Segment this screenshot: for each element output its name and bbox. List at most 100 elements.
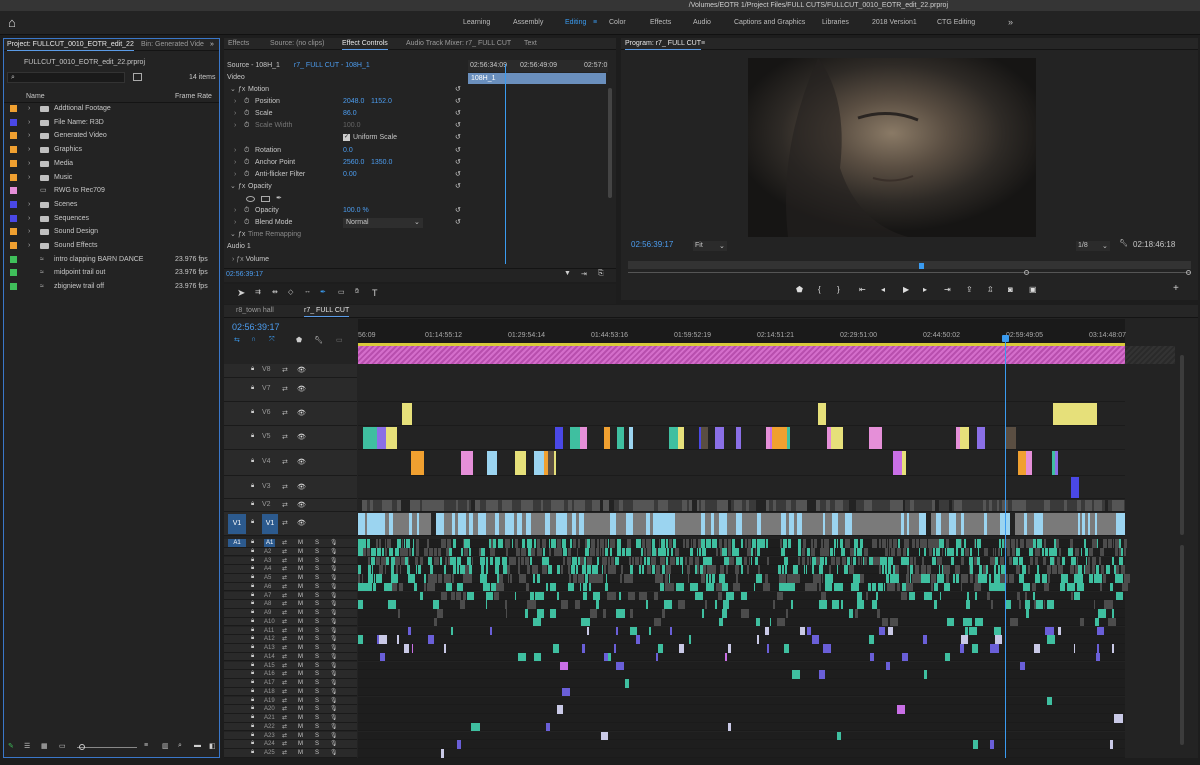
audio-clip[interactable]	[472, 556, 473, 565]
audio-clip[interactable]	[825, 556, 827, 565]
lock-icon[interactable]: 🔒︎	[251, 697, 254, 704]
zoom-handle-right[interactable]	[1186, 270, 1191, 275]
audio-clip[interactable]	[1092, 565, 1095, 574]
lock-icon[interactable]: 🔒︎	[251, 600, 254, 607]
track-name[interactable]: A23	[264, 732, 275, 740]
audio-clip[interactable]	[718, 591, 722, 600]
audio-clip[interactable]	[518, 652, 526, 662]
nest-icon[interactable]: ⇆	[234, 336, 240, 344]
timeline-v-scrollbar[interactable]	[1180, 355, 1184, 535]
list-view-icon[interactable]: ☰	[24, 742, 30, 750]
program-playhead[interactable]	[919, 263, 924, 269]
stopwatch-icon[interactable]: ⏱︎	[244, 205, 249, 217]
pen-tool-icon[interactable]: ✒	[320, 288, 326, 296]
label-color-swatch[interactable]	[10, 242, 17, 249]
audio-clip[interactable]	[861, 556, 862, 565]
step-forward-icon[interactable]: ▸	[923, 285, 927, 294]
eye-icon[interactable]: 👁︎	[297, 501, 306, 509]
audio-clip[interactable]	[685, 556, 687, 565]
audio-clip[interactable]	[819, 600, 827, 609]
audio-clip[interactable]	[516, 547, 520, 557]
audio-clip[interactable]	[600, 539, 604, 548]
mute-button[interactable]: M	[298, 627, 303, 635]
sync-lock-icon[interactable]: ⇄	[282, 519, 288, 527]
mute-button[interactable]: M	[298, 583, 303, 591]
audio-clip[interactable]	[990, 644, 999, 653]
sync-lock-icon[interactable]: ⇄	[282, 483, 288, 491]
video-clip[interactable]	[1053, 403, 1063, 425]
audio-clip[interactable]	[521, 547, 526, 557]
audio-track-header[interactable]: 🔒︎ A15 ⇄ M S 🎙︎	[224, 661, 357, 670]
audio-clip[interactable]	[416, 539, 419, 548]
audio-clip[interactable]	[819, 565, 823, 574]
audio-clip[interactable]	[1029, 547, 1033, 557]
audio-clip[interactable]	[967, 591, 969, 600]
solo-button[interactable]: S	[315, 732, 319, 740]
audio-clip[interactable]	[469, 565, 472, 574]
sync-lock-icon[interactable]: ⇄	[282, 653, 287, 660]
audio-clip[interactable]	[882, 539, 886, 548]
disclosure-triangle-icon[interactable]: ⌄	[230, 84, 236, 96]
audio-clip[interactable]	[546, 582, 548, 592]
solo-button[interactable]: S	[315, 557, 319, 565]
filter-icon[interactable]: ▼	[564, 270, 571, 277]
audio-clip[interactable]	[371, 547, 376, 557]
audio-clip[interactable]	[408, 574, 415, 583]
effect-property-row[interactable]: › ⏱︎ Position 2048.0 1152.0 ↺	[224, 96, 466, 108]
audio-clip[interactable]	[398, 609, 400, 618]
audio-clip[interactable]	[468, 539, 470, 548]
microphone-icon[interactable]: 🎙︎	[330, 644, 338, 651]
audio-clip[interactable]	[945, 547, 946, 557]
audio-clip[interactable]	[412, 547, 414, 557]
video-track-lane[interactable]	[358, 426, 1125, 450]
audio-track-header[interactable]: 🔒︎ A13 ⇄ M S 🎙︎	[224, 644, 357, 653]
audio-clip[interactable]	[725, 652, 727, 662]
audio-clip[interactable]	[585, 574, 588, 583]
audio-clip[interactable]	[527, 600, 536, 609]
audio-clip[interactable]	[712, 574, 715, 583]
audio-clip[interactable]	[587, 565, 591, 574]
audio-clip[interactable]	[570, 539, 572, 548]
solo-button[interactable]: S	[315, 697, 319, 705]
audio-clip[interactable]	[664, 600, 672, 609]
audio-clip[interactable]	[832, 600, 839, 609]
project-item[interactable]: › Addtional Footage	[4, 102, 219, 116]
column-name[interactable]: Name	[26, 93, 45, 100]
lock-icon[interactable]: 🔒︎	[251, 483, 254, 490]
microphone-icon[interactable]: 🎙︎	[330, 679, 338, 686]
lock-icon[interactable]: 🔒︎	[251, 635, 254, 642]
lock-icon[interactable]: 🔒︎	[251, 714, 254, 721]
audio-track-header[interactable]: 🔒︎ A25 ⇄ M S 🎙︎	[224, 749, 357, 758]
audio-clip[interactable]	[890, 574, 899, 583]
track-name[interactable]: A14	[264, 653, 275, 661]
audio-clip[interactable]	[578, 574, 584, 583]
audio-track-header[interactable]: 🔒︎ A20 ⇄ M S 🎙︎	[224, 705, 357, 714]
audio-clip[interactable]	[438, 574, 442, 583]
audio-clip[interactable]	[632, 556, 634, 565]
audio-track-lane[interactable]	[358, 539, 1127, 548]
audio-clip[interactable]	[970, 565, 973, 574]
disclosure-triangle-icon[interactable]: ›	[28, 129, 30, 143]
track-name[interactable]: A11	[264, 627, 274, 635]
audio-clip[interactable]	[1095, 617, 1099, 627]
audio-clip[interactable]	[728, 644, 731, 653]
audio-clip[interactable]	[676, 556, 679, 565]
video-clip[interactable]	[515, 451, 526, 475]
audio-clip[interactable]	[490, 556, 493, 565]
audio-clip[interactable]	[1097, 644, 1099, 653]
audio-clip[interactable]	[1058, 565, 1063, 574]
solo-button[interactable]: S	[315, 592, 319, 600]
audio-clip[interactable]	[975, 617, 983, 627]
fx-toggle-icon[interactable]: ƒx	[238, 181, 245, 193]
audio-clip[interactable]	[989, 574, 991, 583]
video-clip[interactable]	[724, 500, 728, 511]
audio-clip[interactable]	[368, 565, 371, 574]
audio-clip[interactable]	[456, 591, 461, 600]
audio-clip[interactable]	[1044, 600, 1045, 609]
audio-clip[interactable]	[616, 626, 618, 635]
audio-clip[interactable]	[758, 565, 760, 574]
audio-clip[interactable]	[678, 600, 685, 609]
audio-clip[interactable]	[888, 556, 893, 565]
audio-clip[interactable]	[864, 556, 867, 565]
audio-clip[interactable]	[924, 547, 926, 557]
